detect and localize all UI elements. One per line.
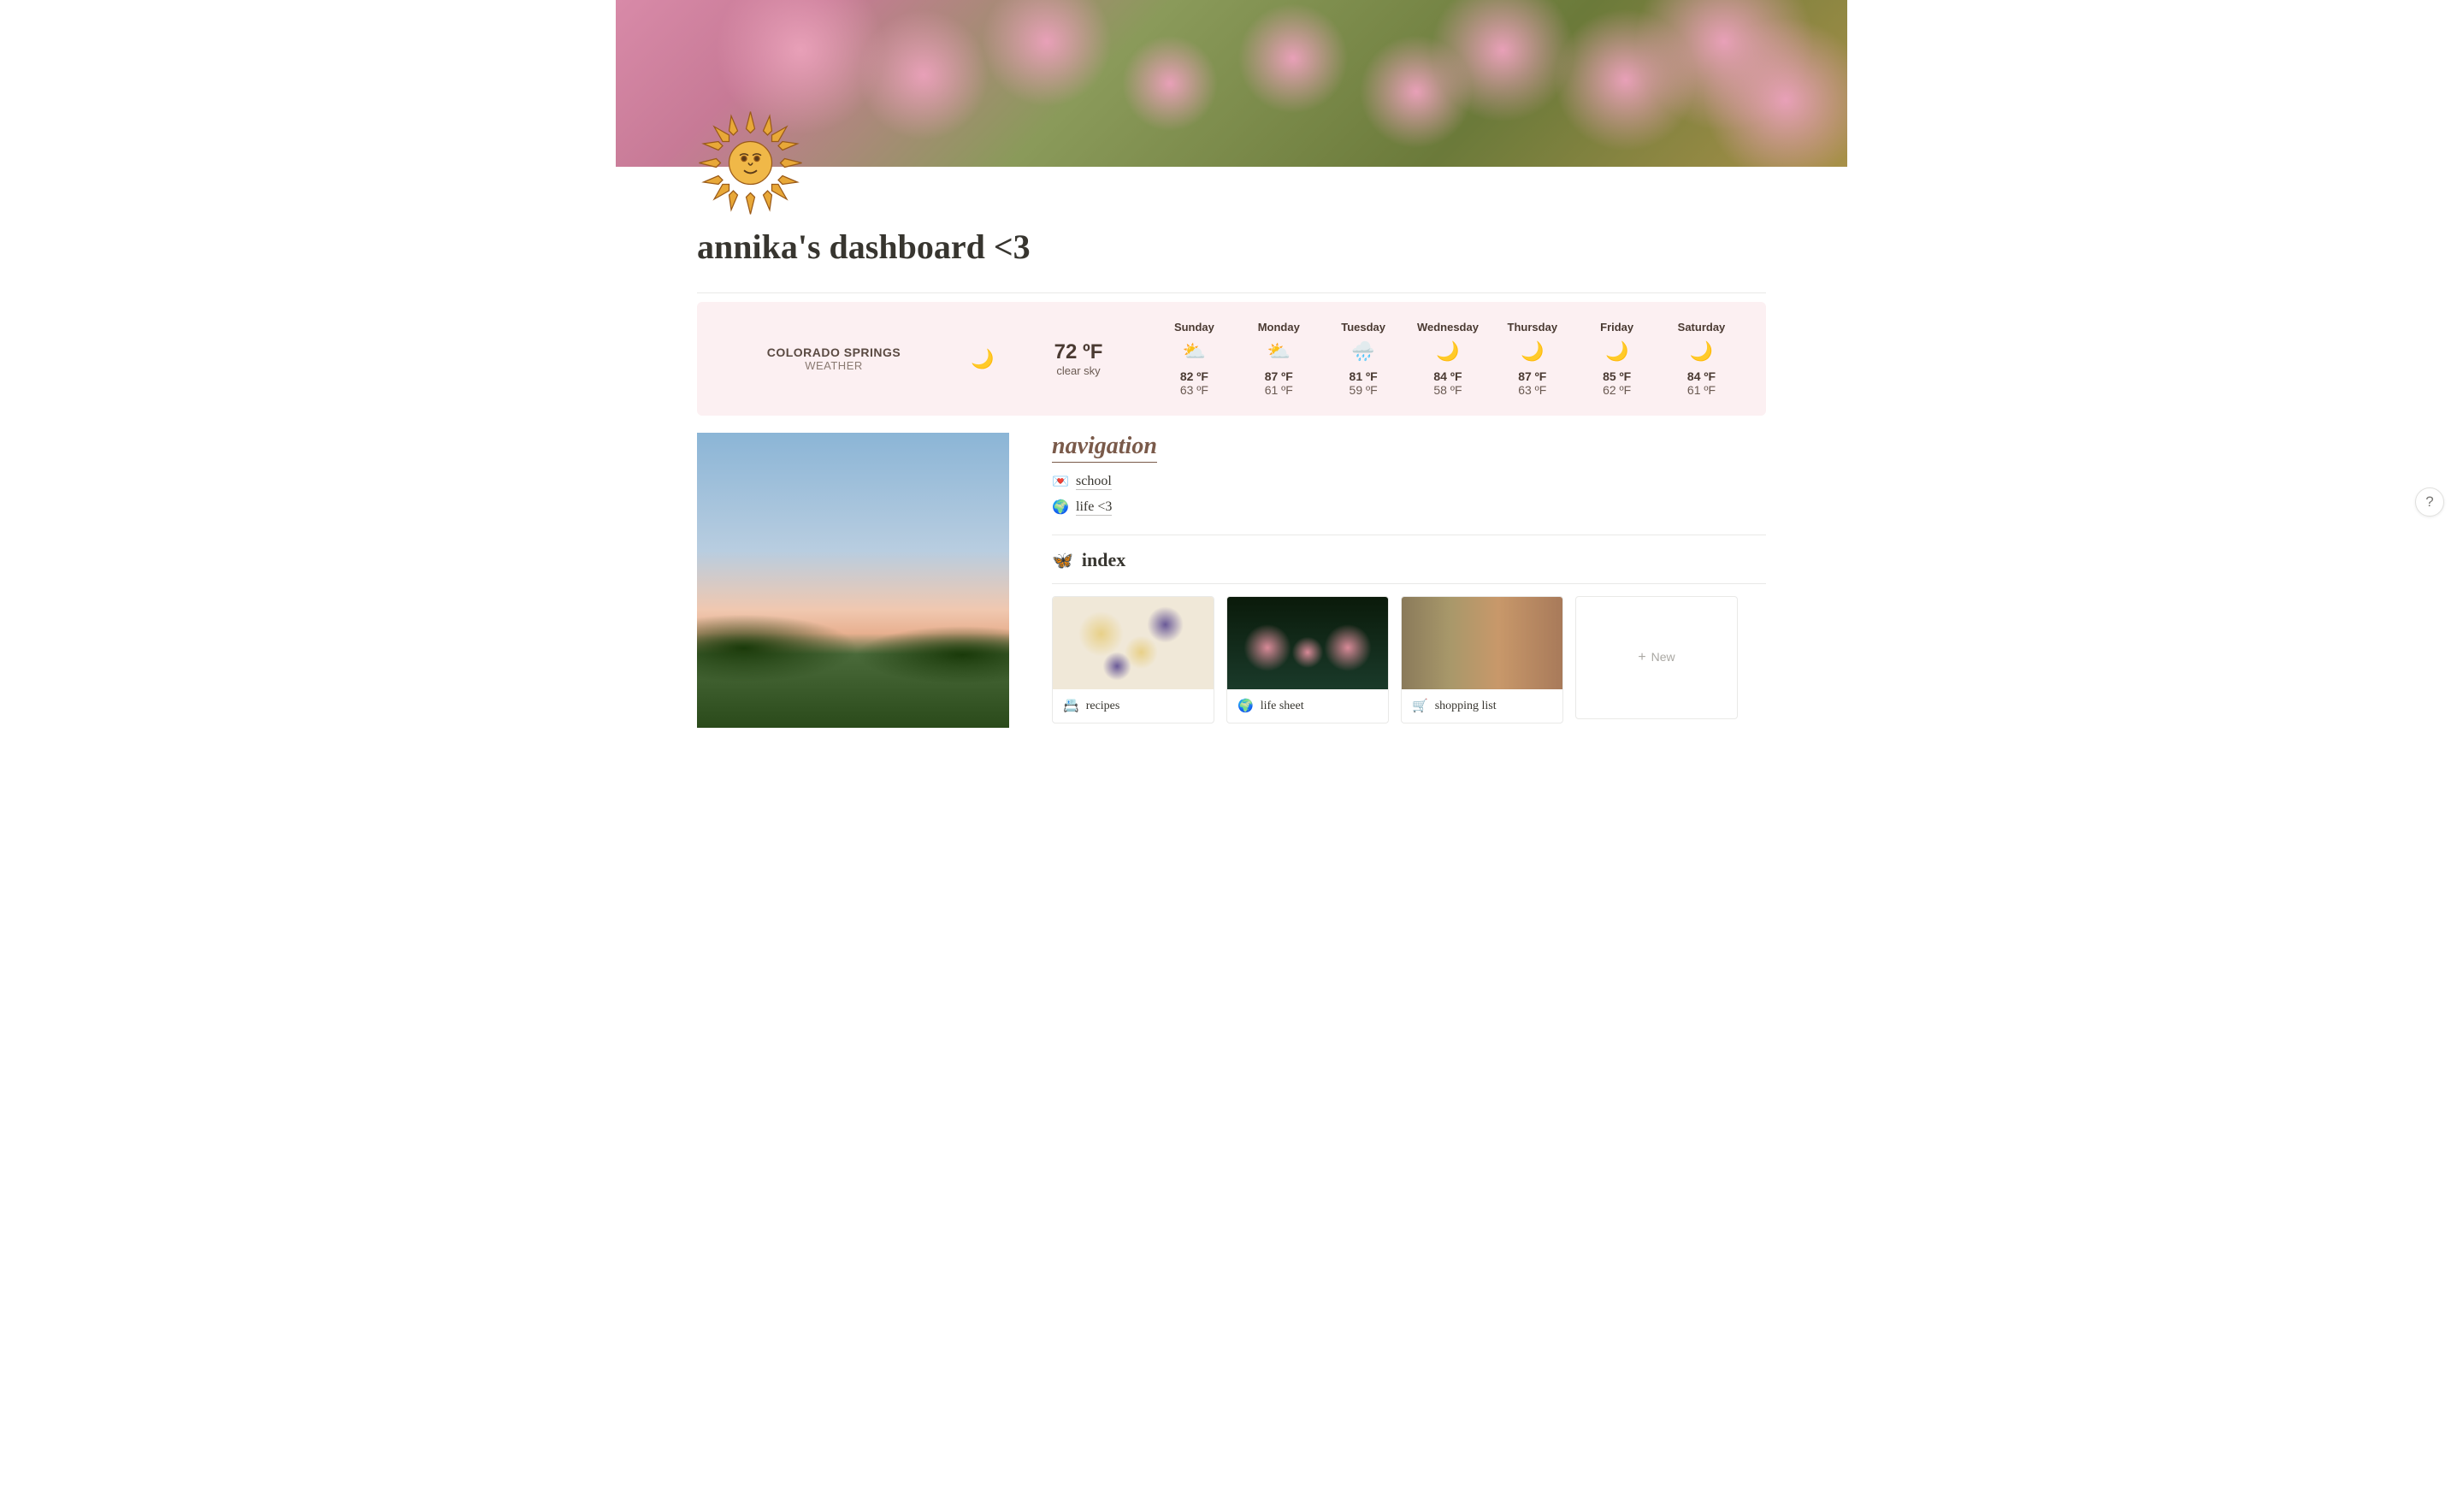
side-image[interactable] [697,433,1009,728]
weather-icon: ⛅ [1159,339,1229,364]
weather-icon: 🌙 [1497,339,1568,364]
nav-link-label: life <3 [1076,499,1112,516]
weather-label: WEATHER [723,359,945,372]
cart-icon: 🛒 [1412,698,1428,714]
weather-current: 72 ºF clear sky [1027,340,1130,377]
page-title[interactable]: annika's dashboard <3 [697,227,1766,267]
sun-face-icon [697,109,804,216]
weather-day-friday: Friday 🌙 85 ºF 62 ºF [1582,321,1652,397]
divider [697,292,1766,293]
card-label: life sheet [1261,700,1304,713]
weather-icon: 🌙 [1582,339,1652,364]
weather-current-icon: 🌙 [971,348,1001,370]
card-cover [1402,597,1562,689]
weather-icon: 🌙 [1413,339,1483,364]
card-label: recipes [1086,700,1120,713]
card-cover [1227,597,1388,689]
globe-icon: 🌍 [1237,698,1254,714]
weather-current-temp: 72 ºF [1027,340,1130,364]
navigation-heading: navigation [1052,433,1157,463]
weather-day-wednesday: Wednesday 🌙 84 ºF 58 ºF [1413,321,1483,397]
index-heading-text: index [1082,549,1125,571]
weather-location: COLORADO SPRINGS WEATHER [723,346,945,372]
weather-day-sunday: Sunday ⛅ 82 ºF 63 ºF [1159,321,1229,397]
weather-forecast: Sunday ⛅ 82 ºF 63 ºF Monday ⛅ 87 ºF 61 º… [1155,321,1740,397]
weather-widget: COLORADO SPRINGS WEATHER 🌙 72 ºF clear s… [697,302,1766,416]
nav-link-life[interactable]: 🌍 life <3 [1052,499,1766,516]
nav-link-school[interactable]: 💌 school [1052,473,1766,490]
card-recipes[interactable]: 📇 recipes [1052,596,1214,724]
plus-icon: + [1638,650,1645,664]
globe-icon: 🌍 [1052,499,1069,516]
weather-day-tuesday: Tuesday 🌧️ 81 ºF 59 ºF [1328,321,1398,397]
weather-day-monday: Monday ⛅ 87 ºF 61 ºF [1243,321,1314,397]
page-icon[interactable] [697,109,804,216]
new-label: New [1651,650,1675,664]
card-life-sheet[interactable]: 🌍 life sheet [1226,596,1389,724]
weather-day-thursday: Thursday 🌙 87 ºF 63 ºF [1497,321,1568,397]
weather-icon: 🌧️ [1328,339,1398,364]
card-cover [1053,597,1214,689]
butterfly-icon: 🦋 [1052,550,1073,571]
weather-icon: ⛅ [1243,339,1314,364]
card-shopping-list[interactable]: 🛒 shopping list [1401,596,1563,724]
weather-current-condition: clear sky [1027,364,1130,377]
weather-icon: 🌙 [1666,339,1736,364]
new-card-button[interactable]: + New [1575,596,1738,719]
index-gallery: 📇 recipes 🌍 life sheet 🛒 shopping l [1052,596,1766,724]
weather-city: COLORADO SPRINGS [723,346,945,359]
help-icon: ? [2425,493,2433,511]
index-heading[interactable]: 🦋 index [1052,549,1766,571]
card-label: shopping list [1435,700,1497,713]
weather-day-saturday: Saturday 🌙 84 ºF 61 ºF [1666,321,1736,397]
love-letter-icon: 💌 [1052,473,1069,490]
help-button[interactable]: ? [2415,487,2444,517]
nav-link-label: school [1076,474,1112,490]
card-index-icon: 📇 [1063,698,1079,714]
divider [1052,583,1766,584]
